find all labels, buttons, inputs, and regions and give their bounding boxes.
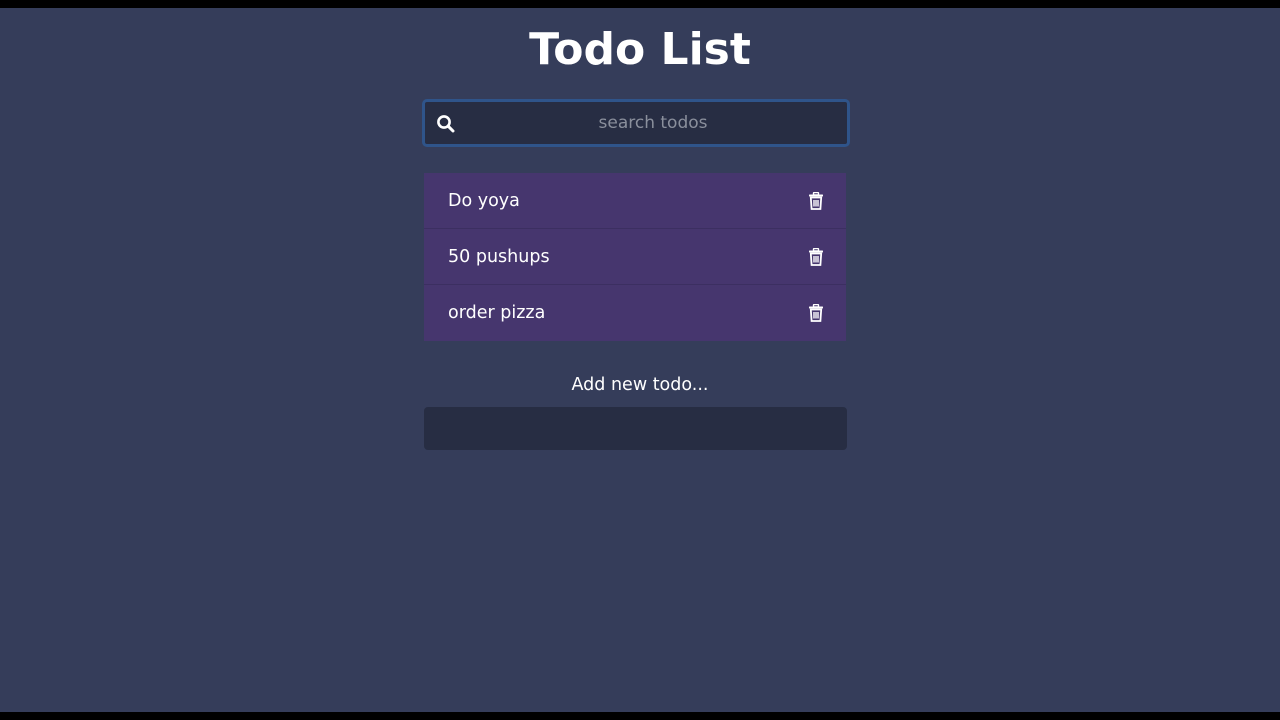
search-bar[interactable] bbox=[422, 99, 850, 147]
search-input[interactable] bbox=[469, 102, 837, 144]
todo-text: 50 pushups bbox=[448, 247, 550, 267]
todo-item: Do yoya bbox=[424, 173, 846, 229]
trash-icon[interactable] bbox=[808, 304, 824, 322]
todo-text: Do yoya bbox=[448, 191, 520, 211]
add-todo-input[interactable] bbox=[424, 407, 847, 450]
todo-item: order pizza bbox=[424, 285, 846, 341]
todo-text: order pizza bbox=[448, 303, 546, 323]
trash-icon[interactable] bbox=[808, 248, 824, 266]
todo-list: Do yoya 50 pushups order pizza bbox=[424, 173, 846, 341]
add-todo-label: Add new todo... bbox=[571, 375, 709, 395]
search-icon bbox=[437, 115, 455, 133]
app-screen: Todo List Do yoya 50 pushups bbox=[0, 8, 1280, 712]
page-title: Todo List bbox=[529, 24, 751, 75]
trash-icon[interactable] bbox=[808, 192, 824, 210]
todo-item: 50 pushups bbox=[424, 229, 846, 285]
